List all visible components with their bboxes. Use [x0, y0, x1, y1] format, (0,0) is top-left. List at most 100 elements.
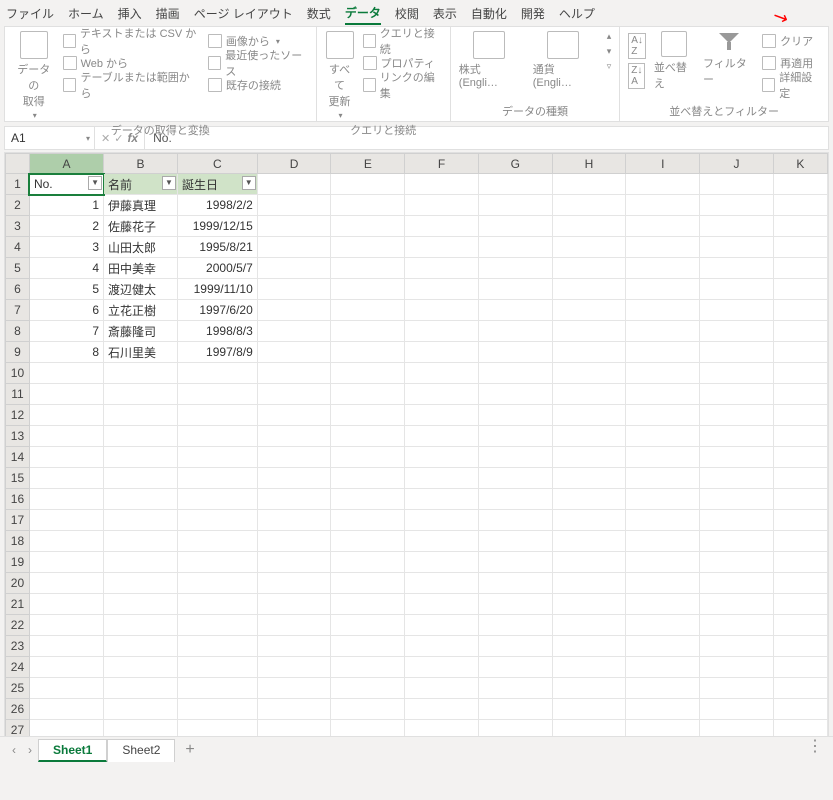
cell[interactable]	[773, 174, 827, 195]
cell[interactable]	[700, 426, 774, 447]
cell[interactable]	[104, 426, 178, 447]
cell[interactable]	[700, 636, 774, 657]
clear-filter-button[interactable]: クリア	[762, 31, 820, 51]
row-header[interactable]: 26	[6, 699, 30, 720]
cell[interactable]	[478, 405, 552, 426]
cell[interactable]: 1998/2/2	[177, 195, 257, 216]
cell[interactable]	[104, 636, 178, 657]
cell[interactable]	[552, 384, 626, 405]
cell[interactable]	[257, 216, 331, 237]
cell[interactable]	[552, 405, 626, 426]
cell[interactable]	[257, 447, 331, 468]
cell[interactable]	[552, 531, 626, 552]
cell[interactable]: 田中美幸	[104, 258, 178, 279]
cell[interactable]	[552, 300, 626, 321]
sort-dialog-button[interactable]: 並べ替え	[654, 31, 695, 91]
cell[interactable]	[552, 510, 626, 531]
cell[interactable]: 石川里美	[104, 342, 178, 363]
cell[interactable]	[177, 594, 257, 615]
row-header[interactable]: 10	[6, 363, 30, 384]
cell[interactable]	[104, 594, 178, 615]
row-header[interactable]: 2	[6, 195, 30, 216]
cell[interactable]	[552, 657, 626, 678]
menu-tab-ファイル[interactable]: ファイル	[6, 3, 54, 24]
cell[interactable]	[257, 615, 331, 636]
cell[interactable]: 立花正樹	[104, 300, 178, 321]
cell[interactable]	[626, 237, 700, 258]
cell[interactable]	[257, 195, 331, 216]
cell[interactable]: 佐藤花子	[104, 216, 178, 237]
cell[interactable]	[177, 552, 257, 573]
cell[interactable]	[552, 636, 626, 657]
row-header[interactable]: 16	[6, 489, 30, 510]
sheet-tab-Sheet1[interactable]: Sheet1	[38, 739, 107, 762]
cell[interactable]	[331, 594, 405, 615]
cell[interactable]	[405, 699, 479, 720]
cell[interactable]	[177, 363, 257, 384]
cell[interactable]	[29, 510, 103, 531]
cell[interactable]	[626, 657, 700, 678]
cell[interactable]	[257, 174, 331, 195]
cell[interactable]	[331, 363, 405, 384]
cell[interactable]	[773, 468, 827, 489]
cell[interactable]	[257, 426, 331, 447]
cell[interactable]	[552, 573, 626, 594]
cell[interactable]	[626, 384, 700, 405]
cell[interactable]	[700, 174, 774, 195]
cell[interactable]	[700, 657, 774, 678]
cell[interactable]	[773, 531, 827, 552]
cell[interactable]	[257, 384, 331, 405]
cell[interactable]	[29, 489, 103, 510]
menu-tab-データ[interactable]: データ	[345, 2, 381, 25]
cell[interactable]	[626, 510, 700, 531]
cell[interactable]	[773, 699, 827, 720]
sort-desc-button[interactable]: Z↓A	[628, 61, 646, 91]
cell[interactable]	[552, 216, 626, 237]
cell[interactable]	[478, 531, 552, 552]
cell[interactable]	[478, 384, 552, 405]
row-header[interactable]: 21	[6, 594, 30, 615]
cell[interactable]	[478, 216, 552, 237]
cell[interactable]	[626, 636, 700, 657]
cell[interactable]	[552, 426, 626, 447]
cell[interactable]	[478, 426, 552, 447]
column-header-A[interactable]: A	[29, 154, 103, 174]
cell[interactable]	[700, 699, 774, 720]
cell[interactable]	[104, 489, 178, 510]
cell[interactable]	[405, 216, 479, 237]
cell[interactable]	[552, 615, 626, 636]
cell[interactable]	[29, 363, 103, 384]
menu-tab-数式[interactable]: 数式	[307, 3, 331, 24]
cell[interactable]	[405, 636, 479, 657]
cell[interactable]	[478, 489, 552, 510]
cell[interactable]: 渡辺健太	[104, 279, 178, 300]
cell[interactable]	[29, 594, 103, 615]
cell[interactable]	[257, 342, 331, 363]
cell[interactable]	[773, 405, 827, 426]
cell[interactable]	[478, 699, 552, 720]
cell[interactable]	[700, 321, 774, 342]
row-header[interactable]: 17	[6, 510, 30, 531]
cell[interactable]: 伊藤真理	[104, 195, 178, 216]
row-header[interactable]: 13	[6, 426, 30, 447]
cell[interactable]	[177, 678, 257, 699]
cell[interactable]	[700, 237, 774, 258]
filter-dropdown-button[interactable]: ▼	[242, 176, 256, 190]
select-all-corner[interactable]	[6, 154, 30, 174]
cell[interactable]	[478, 342, 552, 363]
cell[interactable]	[331, 573, 405, 594]
sheet-nav-prev[interactable]: ‹	[6, 743, 22, 757]
cell[interactable]	[405, 405, 479, 426]
cell[interactable]	[331, 279, 405, 300]
column-header-I[interactable]: I	[626, 154, 700, 174]
cell[interactable]	[257, 489, 331, 510]
cell[interactable]	[626, 216, 700, 237]
cell[interactable]	[29, 405, 103, 426]
menu-tab-開発[interactable]: 開発	[521, 3, 545, 24]
cell[interactable]	[405, 447, 479, 468]
cell[interactable]	[478, 594, 552, 615]
cell[interactable]	[626, 174, 700, 195]
cell[interactable]	[478, 321, 552, 342]
cell[interactable]	[700, 678, 774, 699]
cell[interactable]	[405, 342, 479, 363]
